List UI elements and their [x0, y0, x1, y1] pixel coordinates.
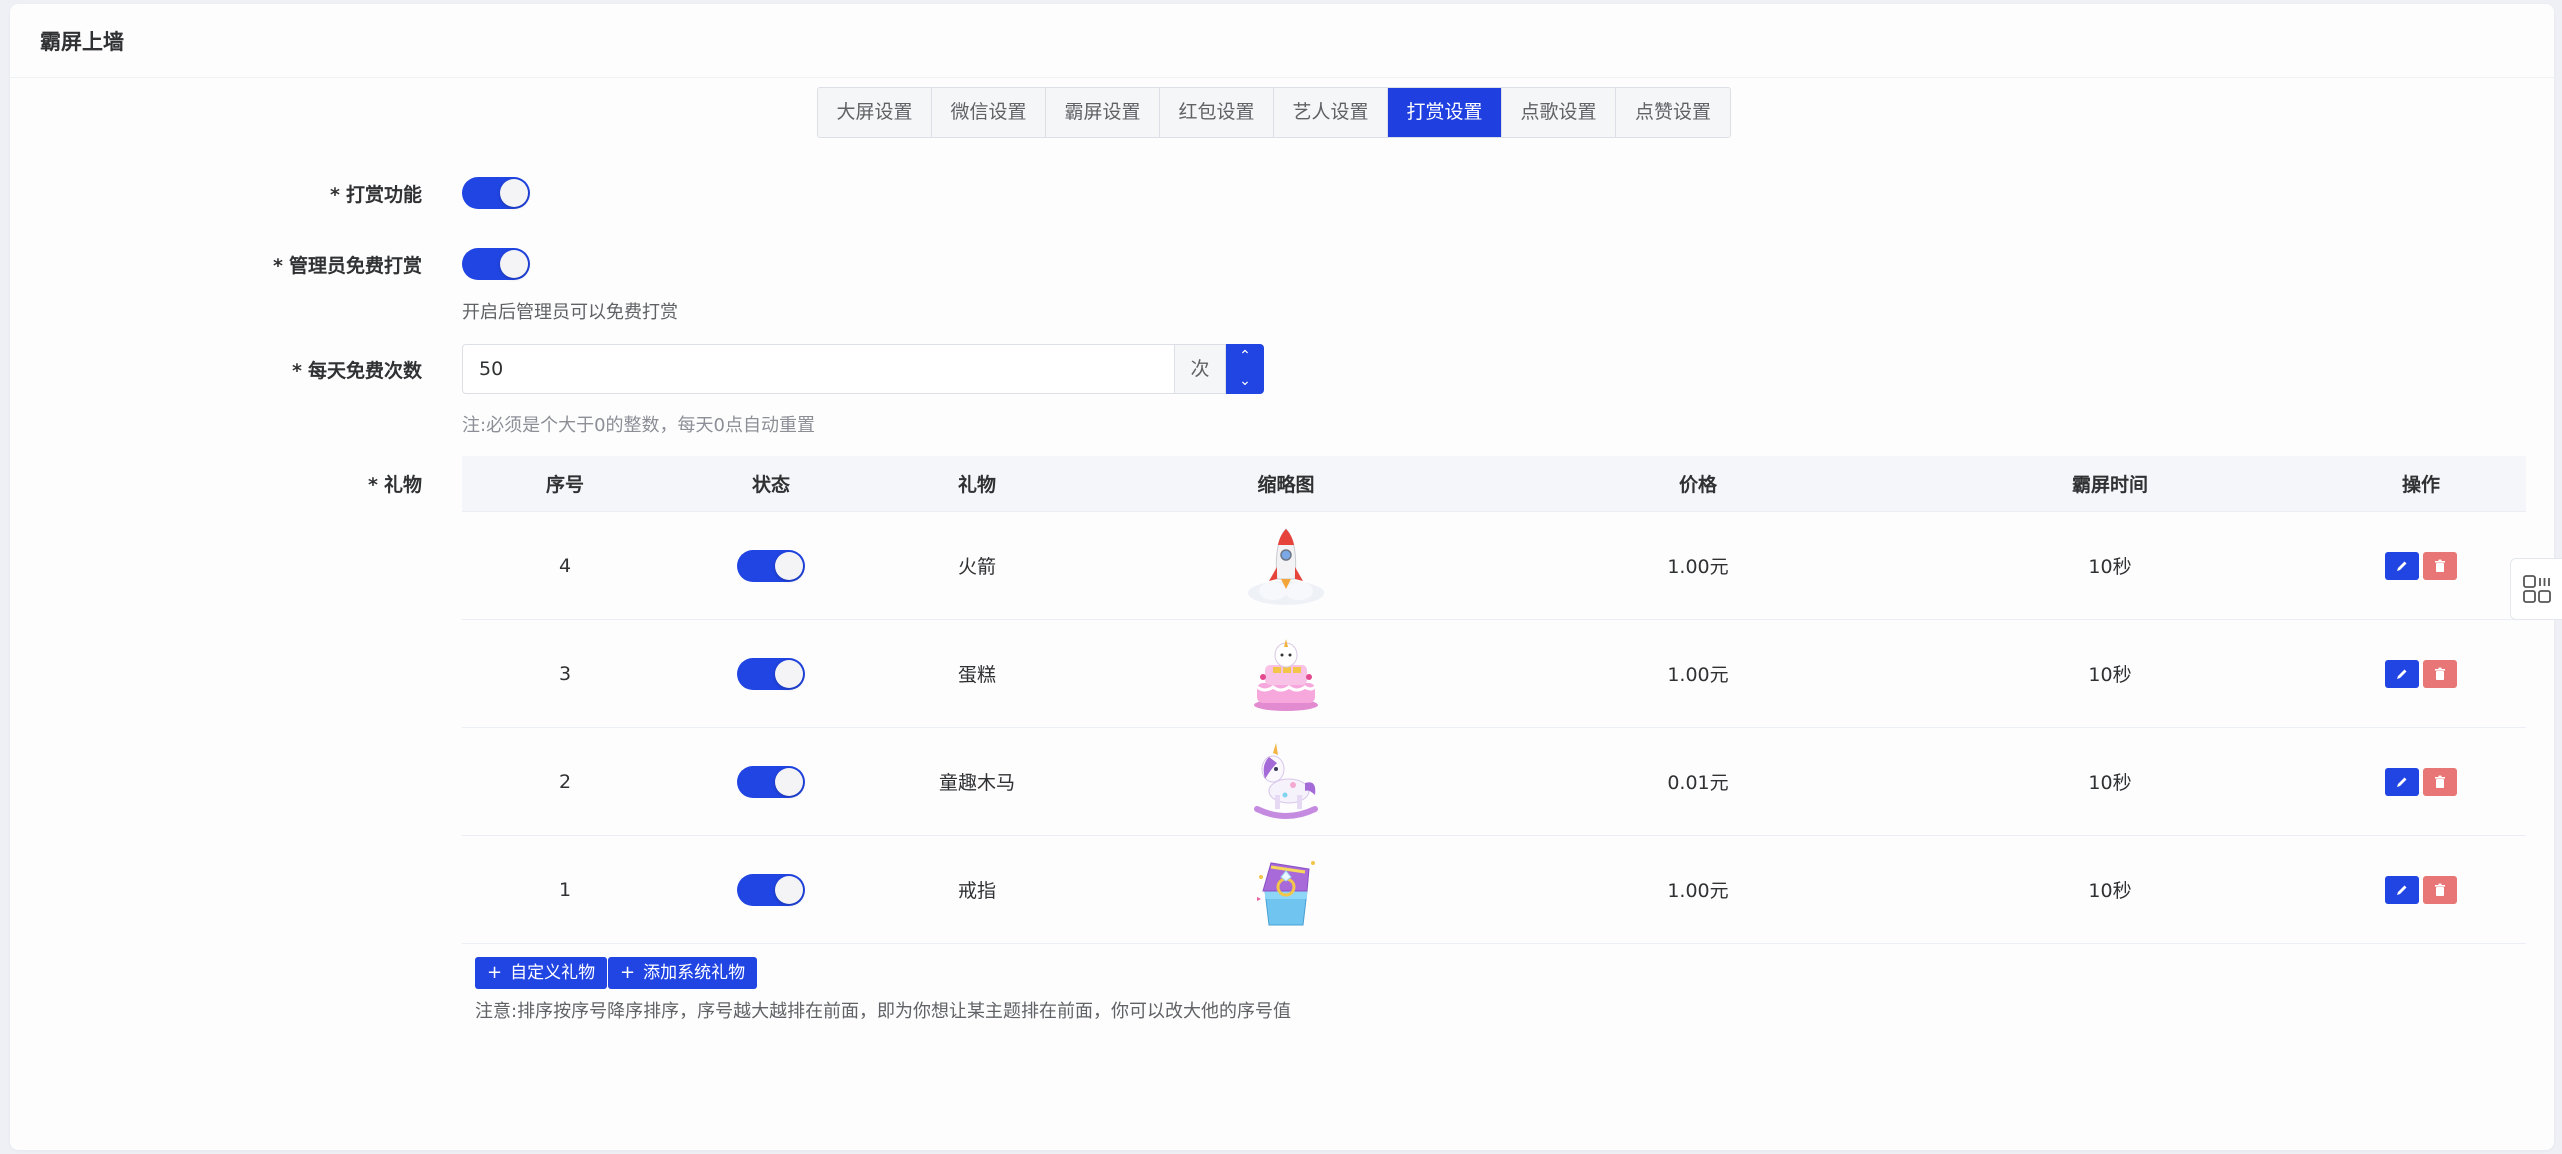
row-price: 1.00元 [1667, 556, 1729, 578]
gift-status-switch[interactable] [737, 765, 805, 798]
reward-label: * 打赏功能 [330, 184, 422, 206]
row-seq: 3 [558, 662, 572, 685]
th-gift: 礼物 [957, 474, 996, 496]
table-row: 2 童趣木马 0.01元 10秒 [462, 728, 2526, 836]
plus-icon: + [620, 962, 636, 983]
pencil-icon [2397, 561, 2407, 571]
pencil-icon [2397, 777, 2407, 787]
daily-free-control: 50 次 ⌃ ⌄ [462, 344, 1264, 394]
grid-menu-icon [2522, 575, 2551, 603]
th-status: 状态 [751, 474, 790, 496]
row-time: 10秒 [2088, 880, 2132, 902]
row-gift-name: 童趣木马 [938, 772, 1015, 794]
delete-button[interactable] [2423, 551, 2457, 580]
delete-button[interactable] [2423, 875, 2457, 904]
daily-free-note: 注:必须是个大于0的整数，每天0点自动重置 [462, 415, 815, 436]
edit-button[interactable] [2385, 767, 2419, 796]
th-seq: 序号 [545, 474, 584, 496]
cake-icon [1254, 638, 1318, 711]
table-row: 3 蛋糕 1.00元 10秒 [462, 620, 2526, 728]
trash-icon [2435, 559, 2445, 572]
add-system-gift-button[interactable]: + 添加系统礼物 [608, 957, 758, 989]
reward-switch[interactable] [462, 177, 530, 209]
rocket-icon [1248, 527, 1324, 605]
sort-note: 注意:排序按序号降序排序，序号越大越排在前面，即为你想让某主题排在前面，你可以改… [475, 1001, 1292, 1022]
row-gift-name: 戒指 [957, 880, 996, 902]
row-price: 1.00元 [1667, 880, 1729, 902]
delete-button[interactable] [2423, 659, 2457, 688]
ring-box-icon [1257, 860, 1315, 925]
edit-button[interactable] [2385, 875, 2419, 904]
th-time: 霸屏时间 [2071, 474, 2148, 496]
gift-label: * 礼物 [368, 474, 422, 496]
edit-button[interactable] [2385, 659, 2419, 688]
daily-free-input[interactable]: 50 [462, 344, 1174, 394]
tab-bapin[interactable]: 霸屏设置 [1046, 88, 1160, 137]
row-seq: 2 [558, 770, 572, 793]
settings-tabs: 大屏设置 微信设置 霸屏设置 红包设置 艺人设置 打赏设置 点歌设置 点赞设置 [817, 87, 1731, 138]
pencil-icon [2397, 669, 2407, 679]
gift-status-switch[interactable] [737, 549, 805, 582]
pencil-icon [2397, 885, 2407, 895]
gift-table: 序号 状态 礼物 缩略图 价格 霸屏时间 操作 4 火箭 1.00元 10秒 3… [462, 456, 2526, 944]
chevron-down-icon[interactable]: ⌄ [1226, 369, 1264, 394]
th-thumb: 缩略图 [1257, 474, 1315, 496]
row-gift-name: 蛋糕 [957, 664, 996, 686]
row-price: 0.01元 [1667, 772, 1729, 794]
row-seq: 1 [558, 878, 572, 901]
edit-button[interactable] [2385, 551, 2419, 580]
tab-song[interactable]: 点歌设置 [1502, 88, 1616, 137]
tab-wechat[interactable]: 微信设置 [932, 88, 1046, 137]
admin-free-switch[interactable] [462, 248, 530, 280]
row-time: 10秒 [2088, 664, 2132, 686]
card-header: 霸屏上墙 [10, 4, 2554, 78]
daily-free-label: * 每天免费次数 [292, 360, 422, 382]
row-seq: 4 [558, 554, 572, 577]
custom-gift-button[interactable]: + 自定义礼物 [475, 957, 608, 989]
plus-icon: + [487, 962, 503, 983]
admin-free-hint: 开启后管理员可以免费打赏 [462, 302, 678, 323]
table-row: 4 火箭 1.00元 10秒 [462, 512, 2526, 620]
delete-button[interactable] [2423, 767, 2457, 796]
trash-icon [2435, 775, 2445, 788]
tab-reward[interactable]: 打赏设置 [1388, 88, 1502, 137]
tab-like[interactable]: 点赞设置 [1616, 88, 1730, 137]
gift-status-switch[interactable] [737, 657, 805, 690]
daily-free-stepper: ⌃ ⌄ [1226, 344, 1264, 394]
chevron-up-icon[interactable]: ⌃ [1226, 344, 1264, 369]
trash-icon [2435, 667, 2445, 680]
th-price: 价格 [1678, 474, 1717, 496]
tab-redpacket[interactable]: 红包设置 [1160, 88, 1274, 137]
float-toolbar[interactable] [2510, 558, 2562, 620]
tab-screen[interactable]: 大屏设置 [818, 88, 932, 137]
row-time: 10秒 [2088, 556, 2132, 578]
th-actions: 操作 [2401, 474, 2440, 496]
row-price: 1.00元 [1667, 664, 1729, 686]
row-gift-name: 火箭 [957, 556, 996, 578]
table-row: 1 戒指 1.00元 10秒 [462, 836, 2526, 944]
page-title: 霸屏上墙 [40, 29, 124, 54]
gift-status-switch[interactable] [737, 873, 805, 906]
tab-artist[interactable]: 艺人设置 [1274, 88, 1388, 137]
rocking-horse-icon [1254, 742, 1318, 819]
daily-free-unit: 次 [1174, 344, 1226, 394]
row-time: 10秒 [2088, 772, 2132, 794]
trash-icon [2435, 883, 2445, 896]
admin-free-label: * 管理员免费打赏 [273, 255, 422, 277]
table-header: 序号 状态 礼物 缩略图 价格 霸屏时间 操作 [462, 456, 2526, 512]
